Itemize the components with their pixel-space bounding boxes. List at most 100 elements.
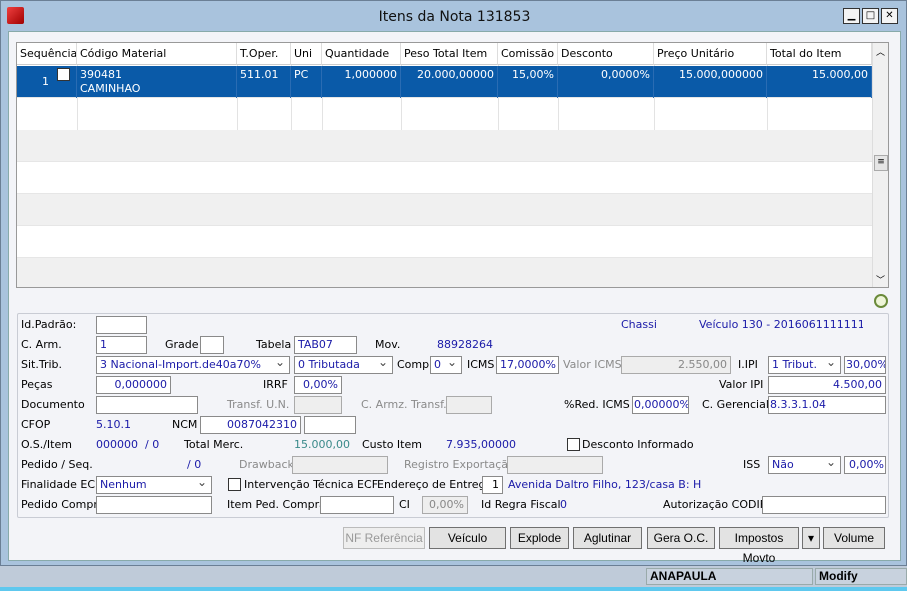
endereco-text: Avenida Daltro Filho, 123/casa B: H: [508, 478, 702, 491]
id-regra-fiscal-value: 0: [560, 498, 567, 511]
cell-peso: 20.000,00000: [401, 66, 498, 98]
id-padrao-label: Id.Padrão:: [21, 318, 77, 331]
col-header-preco[interactable]: Preço Unitário: [654, 43, 767, 65]
col-header-sequencia[interactable]: Sequência: [17, 43, 77, 65]
maximize-button[interactable]: □: [862, 8, 879, 24]
documento-label: Documento: [21, 398, 85, 411]
scroll-thumb[interactable]: ≡: [874, 155, 888, 171]
c-arm-input[interactable]: 1: [96, 336, 147, 354]
mov-label: Mov.: [375, 338, 401, 351]
finalidade-ecf-label: Finalidade ECF: [21, 478, 102, 491]
pedido-compra-input[interactable]: [96, 496, 212, 514]
grade-input[interactable]: [200, 336, 224, 354]
explode-button[interactable]: Explode: [510, 527, 569, 549]
icms-label: ICMS: [467, 358, 495, 371]
os-value: 000000: [96, 438, 138, 451]
ci-label: CI: [399, 498, 410, 511]
scroll-down-icon[interactable]: ﹀: [876, 273, 885, 286]
valor-ipi-input[interactable]: 4.500,00: [768, 376, 886, 394]
row-checkbox[interactable]: [57, 68, 70, 81]
close-button[interactable]: ✕: [881, 8, 898, 24]
volume-button[interactable]: Volume: [823, 527, 885, 549]
irrf-input[interactable]: 0,00%: [294, 376, 342, 394]
col-header-desconto[interactable]: Desconto: [558, 43, 654, 65]
sit-trib-select[interactable]: 3 Nacional-Import.de40a70%: [96, 356, 290, 374]
col-header-toper[interactable]: T.Oper.: [237, 43, 291, 65]
iss-label: ISS: [743, 458, 761, 471]
app-logo-icon: [7, 7, 24, 24]
scroll-up-icon[interactable]: ︿: [876, 45, 885, 58]
id-padrao-input[interactable]: [96, 316, 147, 334]
total-merc-value: 15.000,00: [294, 438, 350, 451]
custo-item-value: 7.935,00000: [446, 438, 516, 451]
cell-preco: 15.000,000000: [654, 66, 767, 98]
red-icms-input[interactable]: 0,00000%: [632, 396, 689, 414]
veiculo-button[interactable]: Veículo: [429, 527, 506, 549]
impostos-movto-button[interactable]: Impostos Movto: [719, 527, 799, 565]
grade-label: Grade: [165, 338, 199, 351]
i-ipi-pct-input[interactable]: 30,00%: [844, 356, 886, 374]
col-header-uni[interactable]: Uni: [291, 43, 322, 65]
registro-exportacao-label: Registro Exportação: [404, 458, 515, 471]
sit-trib-2-select[interactable]: 0 Tributada: [294, 356, 393, 374]
documento-input[interactable]: [96, 396, 198, 414]
i-ipi-select[interactable]: 1 Tribut.: [768, 356, 841, 374]
gera-oc-button[interactable]: Gera O.C.: [647, 527, 715, 549]
col-header-comissao[interactable]: Comissão: [498, 43, 558, 65]
status-user: ANAPAULA: [646, 568, 813, 585]
drawback-label: Drawback: [239, 458, 294, 471]
pecas-label: Peças: [21, 378, 53, 391]
valor-icms-input: 2.550,00: [621, 356, 731, 374]
os-item-label: O.S./Item: [21, 438, 72, 451]
items-grid[interactable]: Sequência Código Material T.Oper. Uni Qu…: [16, 42, 889, 288]
transf-un-label: Transf. U.N.: [227, 398, 290, 411]
intervencao-label: Intervenção Técnica ECF: [244, 478, 379, 491]
minimize-button[interactable]: ▁: [843, 8, 860, 24]
compl-select[interactable]: 0: [430, 356, 462, 374]
intervencao-checkbox[interactable]: [228, 478, 241, 491]
window: Itens da Nota 131853 ▁ □ ✕ Sequência Cód…: [0, 0, 907, 566]
zoom-search-icon[interactable]: [874, 294, 888, 308]
desconto-informado-checkbox[interactable]: [567, 438, 580, 451]
window-title: Itens da Nota 131853: [378, 9, 531, 25]
col-header-codigo[interactable]: Código Material: [77, 43, 237, 65]
tabela-input[interactable]: TAB07: [294, 336, 357, 354]
col-header-quantidade[interactable]: Quantidade: [322, 43, 401, 65]
ncm-input[interactable]: 0087042310: [200, 416, 301, 434]
c-gerencial-input[interactable]: 8.3.3.1.04: [768, 396, 886, 414]
endereco-label: Endereço de Entrega: [377, 478, 493, 491]
c-arm-label: C. Arm.: [21, 338, 62, 351]
ncm-2-input[interactable]: [304, 416, 356, 434]
registro-exportacao-input: [507, 456, 603, 474]
c-gerencial-label: C. Gerencial: [702, 398, 769, 411]
custo-item-label: Custo Item: [362, 438, 422, 451]
nf-referencia-button[interactable]: NF Referência: [343, 527, 425, 549]
c-armz-transf-input: [446, 396, 492, 414]
iss-select[interactable]: Não: [768, 456, 841, 474]
aglutinar-button[interactable]: Aglutinar: [573, 527, 642, 549]
endereco-input[interactable]: 1: [482, 476, 503, 494]
pedido-compra-label: Pedido Compra: [21, 498, 105, 511]
table-row[interactable]: 1 390481 CAMINHAO 511.01 PC 1,000000 20.0…: [17, 66, 872, 98]
icms-input[interactable]: 17,0000%: [496, 356, 559, 374]
pecas-input[interactable]: 0,000000: [96, 376, 171, 394]
chassi-label: Chassi: [621, 318, 657, 331]
total-merc-label: Total Merc.: [184, 438, 244, 451]
os-item-value: / 0: [145, 438, 160, 451]
iss-pct-input[interactable]: 0,00%: [844, 456, 886, 474]
cell-total: 15.000,00: [767, 66, 872, 98]
red-icms-label: %Red. ICMS: [564, 398, 630, 411]
col-header-total[interactable]: Total do Item: [767, 43, 872, 65]
col-header-peso[interactable]: Peso Total Item: [401, 43, 498, 65]
i-ipi-label: I.IPI: [738, 358, 758, 371]
cell-uni: PC: [291, 66, 322, 98]
cfop-value: 5.10.1: [96, 418, 131, 431]
item-ped-compra-input[interactable]: [320, 496, 394, 514]
impostos-dropdown-button[interactable]: ▾: [802, 527, 820, 549]
taskbar-strip: [0, 587, 907, 591]
vertical-scrollbar[interactable]: ︿ ≡ ﹀: [872, 43, 888, 287]
autorizacao-codif-input[interactable]: [762, 496, 886, 514]
autorizacao-codif-label: Autorização CODIF: [663, 498, 767, 511]
cell-codigo: 390481 CAMINHAO: [77, 66, 237, 98]
finalidade-ecf-select[interactable]: Nenhum: [96, 476, 212, 494]
